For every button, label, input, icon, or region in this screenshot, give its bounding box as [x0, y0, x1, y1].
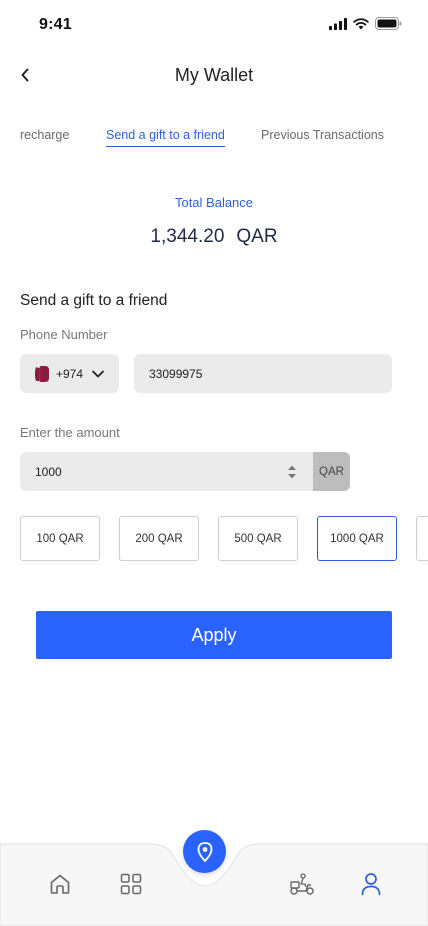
balance-label: Total Balance [174, 195, 254, 210]
status-time: 9:41 [39, 16, 72, 33]
wallet-tabs: recharge Send a gift to a friend Previou… [0, 128, 428, 152]
tab-previous-transactions[interactable]: Previous Transactions [261, 128, 384, 142]
nav-profile[interactable] [355, 868, 387, 900]
country-code: +974 [56, 366, 84, 381]
section-title: Send a gift to a friend [20, 292, 168, 309]
preset-amounts: 100 QAR 200 QAR 500 QAR 1000 QAR [20, 516, 428, 562]
grid-icon [120, 873, 142, 895]
location-pin-icon [197, 841, 212, 862]
bottom-nav [0, 830, 428, 926]
phone-number-label: Phone Number [20, 327, 108, 342]
signal-icon [329, 17, 347, 30]
battery-icon [375, 17, 402, 30]
amount-input[interactable] [20, 452, 280, 491]
preset-100[interactable]: 100 QAR [20, 516, 100, 561]
nav-categories[interactable] [115, 868, 147, 900]
status-icons [329, 17, 402, 30]
phone-number-input[interactable] [134, 354, 392, 393]
header: My Wallet [0, 56, 428, 96]
home-icon [50, 874, 70, 894]
nav-home[interactable] [44, 868, 76, 900]
balance-amount: 1,344.20 [150, 226, 225, 247]
balance-value: 1,344.20 QAR [0, 226, 428, 248]
page-title: My Wallet [174, 65, 254, 85]
wifi-icon [353, 17, 369, 29]
preset-500[interactable]: 500 QAR [218, 516, 298, 561]
preset-more[interactable] [416, 516, 428, 561]
profile-icon [361, 873, 381, 896]
status-bar: 9:41 [0, 0, 428, 48]
preset-1000[interactable]: 1000 QAR [317, 516, 397, 561]
tab-send-gift[interactable]: Send a gift to a friend [106, 128, 225, 147]
amount-field: QAR [20, 452, 350, 491]
tab-recharge[interactable]: recharge [20, 128, 69, 142]
nav-delivery[interactable] [286, 868, 318, 900]
delivery-scooter-icon [290, 873, 314, 895]
qatar-flag-icon [35, 365, 49, 382]
amount-label: Enter the amount [20, 425, 120, 440]
apply-button[interactable]: Apply [36, 611, 392, 659]
preset-200[interactable]: 200 QAR [119, 516, 199, 561]
country-code-select[interactable]: +974 [20, 354, 119, 393]
chevron-down-icon [92, 370, 104, 377]
amount-currency: QAR [313, 452, 350, 491]
balance-currency: QAR [236, 226, 278, 247]
amount-stepper-icon[interactable] [287, 464, 297, 480]
nav-location-button[interactable] [183, 830, 226, 873]
